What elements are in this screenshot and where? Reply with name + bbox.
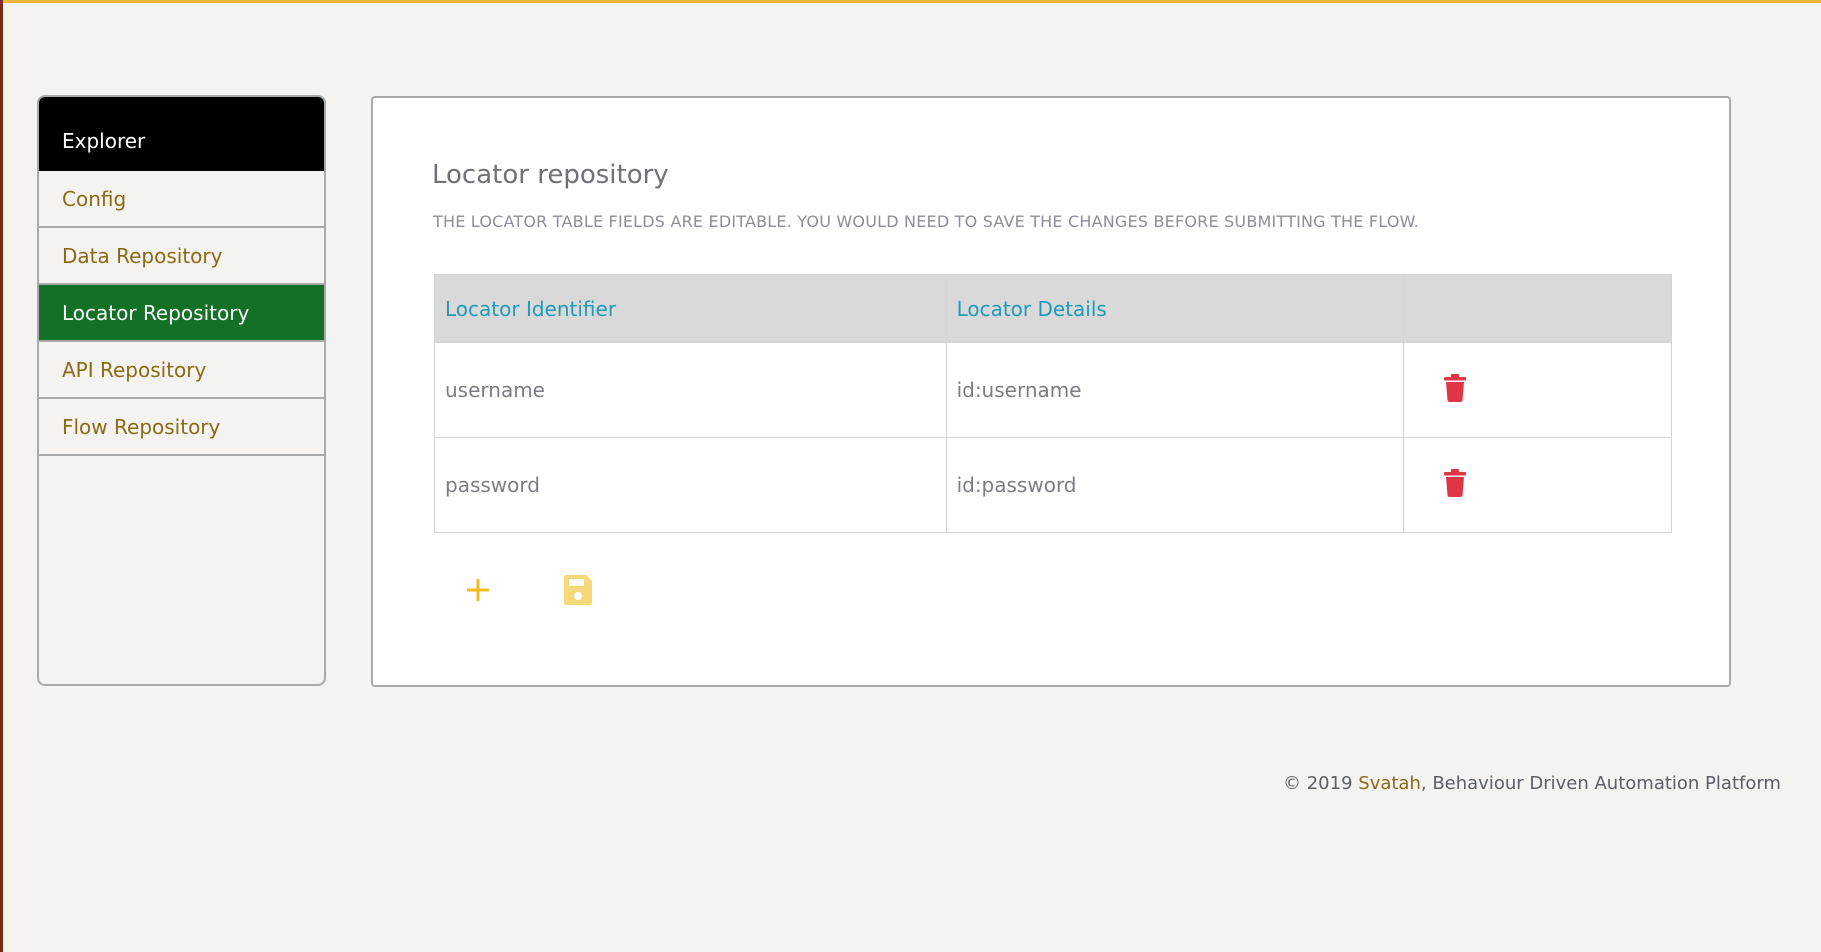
footer-brand-link[interactable]: Svatah — [1358, 773, 1421, 794]
column-header-identifier: Locator Identifier — [434, 274, 947, 343]
trash-icon[interactable] — [1444, 468, 1467, 502]
sidebar: Explorer Config Data Repository Locator … — [37, 95, 326, 686]
sidebar-header: Explorer — [39, 97, 324, 171]
floppy-disk-icon[interactable] — [561, 573, 595, 607]
sidebar-item-label: Data Repository — [62, 243, 223, 268]
left-accent-bar — [0, 0, 3, 952]
page-title: Locator repository — [432, 160, 669, 190]
locator-identifier-cell[interactable]: password — [434, 437, 947, 533]
footer-tagline: , Behaviour Driven Automation Platform — [1420, 773, 1781, 794]
sidebar-item-label: Locator Repository — [62, 300, 250, 325]
actions-cell — [1403, 342, 1672, 438]
sidebar-item-locator-repository[interactable]: Locator Repository — [39, 285, 324, 342]
locator-table: Locator Identifier Locator Details usern… — [434, 274, 1672, 533]
sidebar-item-flow-repository[interactable]: Flow Repository — [39, 399, 324, 456]
plus-icon[interactable] — [461, 573, 495, 607]
table-header-row: Locator Identifier Locator Details — [434, 274, 1672, 343]
sidebar-item-config[interactable]: Config — [39, 171, 324, 228]
trash-icon[interactable] — [1444, 373, 1467, 407]
sidebar-item-label: Config — [62, 186, 127, 211]
sidebar-item-data-repository[interactable]: Data Repository — [39, 228, 324, 285]
footer-copyright: © 2019 — [1283, 773, 1359, 794]
footer: © 2019 Svatah, Behaviour Driven Automati… — [1283, 773, 1781, 794]
top-accent-bar — [0, 0, 1821, 3]
editable-note: THE LOCATOR TABLE FIELDS ARE EDITABLE. Y… — [433, 212, 1420, 231]
locator-repository-panel: Locator repository THE LOCATOR TABLE FIE… — [371, 96, 1731, 687]
table-row: username id:username — [434, 342, 1672, 438]
table-row: password id:password — [434, 437, 1672, 533]
sidebar-item-label: API Repository — [62, 357, 207, 382]
locator-details-cell[interactable]: id:password — [945, 437, 1405, 533]
sidebar-item-api-repository[interactable]: API Repository — [39, 342, 324, 399]
locator-identifier-cell[interactable]: username — [434, 342, 947, 438]
column-header-actions — [1403, 274, 1672, 343]
actions-cell — [1403, 437, 1672, 533]
locator-details-cell[interactable]: id:username — [945, 342, 1405, 438]
column-header-details: Locator Details — [945, 274, 1405, 343]
sidebar-item-label: Flow Repository — [62, 414, 221, 439]
